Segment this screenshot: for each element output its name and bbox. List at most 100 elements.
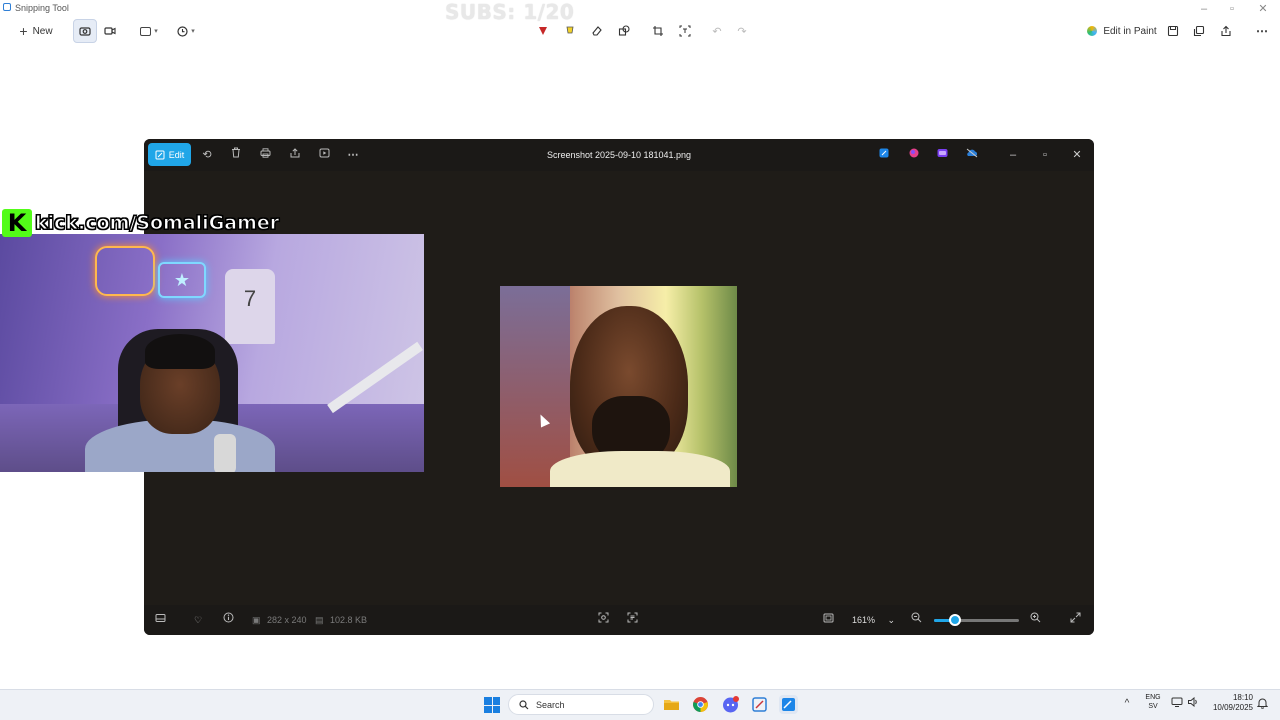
kick-channel-url: kick.com/SomaliGamer <box>34 212 280 235</box>
network-icon[interactable] <box>1170 697 1184 711</box>
notifications-bell-icon[interactable] <box>1255 697 1269 711</box>
language-top: ENG <box>1145 694 1161 701</box>
chevron-down-icon: ▾ <box>154 28 158 35</box>
zoom-out-button[interactable] <box>911 612 922 628</box>
fit-to-window-button[interactable] <box>823 612 834 628</box>
rectangle-snip-icon <box>140 26 152 36</box>
somali-flag-neon-icon: ★ <box>158 262 206 298</box>
share-icon <box>1221 25 1231 37</box>
chevron-down-icon: ▾ <box>191 28 195 35</box>
viewer-close-icon[interactable]: ✕ <box>1070 148 1084 162</box>
search-placeholder: Search <box>536 699 565 710</box>
filmstrip-button[interactable] <box>155 612 166 628</box>
onedrive-sync-off-icon[interactable] <box>965 148 979 162</box>
person-shirt <box>550 451 730 487</box>
highlighter-tool[interactable] <box>559 19 581 43</box>
streamer-webcam-overlay: ★ 7 <box>0 234 424 472</box>
zoom-out-icon <box>911 612 922 623</box>
snip-mode-video-button[interactable] <box>98 19 122 43</box>
maximize-icon[interactable]: ▫ <box>1225 3 1239 15</box>
mic-arm <box>327 341 423 414</box>
language-indicator[interactable]: ENG SV <box>1143 693 1163 711</box>
rotate-icon: ⟲ <box>202 149 212 161</box>
minimize-icon[interactable]: – <box>1197 3 1211 15</box>
scan-text-icon <box>627 612 638 623</box>
file-size-icon: ▤ <box>315 615 324 625</box>
delay-timer-dropdown[interactable]: ▾ <box>173 19 199 43</box>
edit-in-paint-button[interactable]: Edit in Paint <box>1086 19 1158 43</box>
kick-logo-icon: K <box>2 209 32 237</box>
crop-tool[interactable] <box>647 19 669 43</box>
viewer-bottom-bar: ♡ ▣ 282 x 240 ▤ 102.8 KB 161% ⌄ <box>144 605 1094 635</box>
clock-time: 18:10 <box>1232 693 1253 702</box>
share-icon <box>290 148 300 158</box>
redo-button[interactable]: ↷ <box>731 19 753 43</box>
app-title: Snipping Tool <box>15 3 69 13</box>
camera-icon <box>79 27 91 36</box>
share-button[interactable] <box>1215 19 1237 43</box>
full-screen-button[interactable] <box>1070 612 1081 628</box>
snipping-tool-taskbar-icon[interactable] <box>750 695 769 714</box>
undo-button[interactable]: ↶ <box>706 19 728 43</box>
snipping-tool-logo-icon <box>3 3 11 11</box>
viewer-maximize-icon[interactable]: ▫ <box>1038 148 1052 162</box>
subs-counter-overlay: SUBS: 1/20 <box>445 0 575 24</box>
discord-icon[interactable] <box>721 695 740 714</box>
edit-image-icon <box>155 150 165 159</box>
new-snip-button[interactable]: + New <box>12 19 60 43</box>
text-actions-tool[interactable] <box>674 19 696 43</box>
viewer-edit-button[interactable]: Edit <box>148 143 191 166</box>
slideshow-icon <box>319 148 329 158</box>
save-button[interactable] <box>1162 19 1184 43</box>
heart-icon: ♡ <box>194 615 203 625</box>
viewer-more-button[interactable]: ⋯ <box>345 147 361 163</box>
taskbar-search-box[interactable]: Search <box>508 694 654 715</box>
viewer-minimize-icon[interactable]: – <box>1006 148 1020 162</box>
zoom-in-icon <box>1030 612 1041 623</box>
photos-taskbar-icon[interactable] <box>779 695 798 714</box>
fit-window-icon <box>823 613 834 623</box>
viewer-share-button[interactable] <box>287 147 303 163</box>
file-size: ▤ 102.8 KB <box>315 612 367 628</box>
print-button[interactable] <box>257 147 273 163</box>
shapes-tool[interactable] <box>613 19 635 43</box>
expand-icon <box>1070 612 1081 623</box>
zoom-slider-thumb[interactable] <box>949 614 961 626</box>
scan-text-button[interactable] <box>627 612 638 628</box>
close-icon[interactable]: ✕ <box>1256 3 1270 15</box>
volume-icon[interactable] <box>1186 696 1200 711</box>
clipchamp-app-icon[interactable] <box>935 148 949 162</box>
zoom-in-button[interactable] <box>1030 612 1041 628</box>
framed-jersey: 7 <box>225 269 275 344</box>
save-icon <box>1167 25 1179 37</box>
delete-button[interactable] <box>228 147 244 163</box>
show-hidden-icons-chevron[interactable]: ^ <box>1120 697 1134 711</box>
ballpoint-pen-tool[interactable] <box>532 19 554 43</box>
crop-icon <box>653 26 663 36</box>
snipping-tool-titlebar: Snipping Tool – ▫ ✕ <box>0 0 1280 16</box>
copy-button[interactable] <box>1188 19 1210 43</box>
visual-search-button[interactable] <box>598 612 609 628</box>
rotate-button[interactable]: ⟲ <box>199 147 215 163</box>
edit-app-icon[interactable] <box>877 148 891 162</box>
building-background <box>500 286 570 487</box>
visual-search-icon <box>598 612 609 623</box>
eraser-tool[interactable] <box>586 19 608 43</box>
video-camera-icon <box>104 27 116 35</box>
taskbar-clock[interactable]: 18:10 10/09/2025 <box>1205 693 1253 713</box>
shapes-icon <box>618 25 630 36</box>
designer-app-icon[interactable] <box>907 148 921 162</box>
more-options-button[interactable]: ⋯ <box>1251 19 1273 43</box>
chrome-icon[interactable] <box>691 695 710 714</box>
plus-icon: + <box>19 23 28 39</box>
favorite-button[interactable]: ♡ <box>194 612 202 628</box>
zoom-level-dropdown[interactable]: 161% ⌄ <box>852 612 895 628</box>
windows-start-icon[interactable] <box>484 697 500 713</box>
file-explorer-icon[interactable] <box>662 695 681 714</box>
snip-mode-screenshot-button[interactable] <box>73 19 97 43</box>
paint-icon <box>1087 26 1098 36</box>
slideshow-button[interactable] <box>316 147 332 163</box>
file-info-button[interactable] <box>223 612 234 628</box>
image-dimensions: ▣ 282 x 240 <box>252 612 307 628</box>
snip-shape-dropdown[interactable]: ▾ <box>136 19 162 43</box>
